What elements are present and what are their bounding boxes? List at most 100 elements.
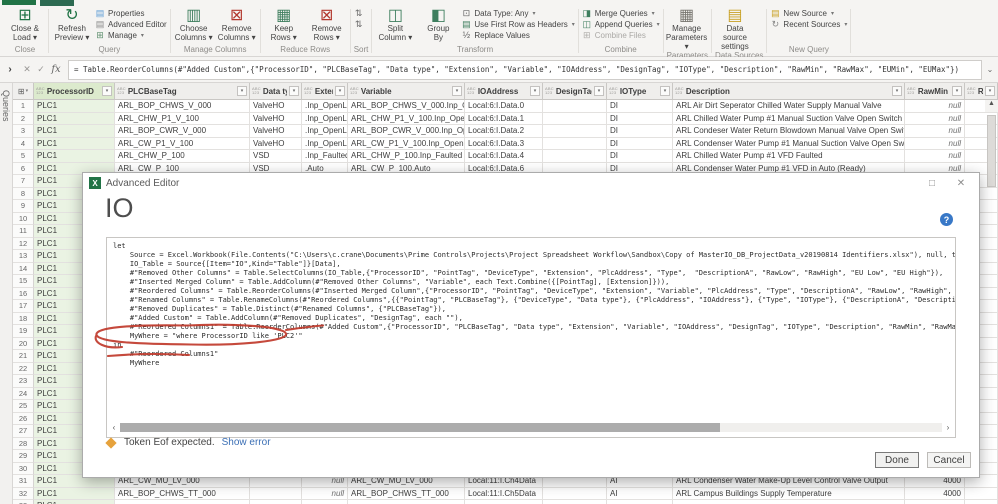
cell-rawmin[interactable] <box>905 500 965 504</box>
cell-ioaddress[interactable]: Local:6:I.Data.2 <box>465 125 543 138</box>
cell-datatype[interactable]: ValveHO <box>250 112 302 125</box>
help-icon[interactable]: ? <box>940 213 953 226</box>
column-header-extension[interactable]: ABC123Extension▾ <box>302 83 348 100</box>
cell-designtag[interactable] <box>543 100 607 113</box>
ribbon-append-queries-button[interactable]: ◫ Append Queries ▾ <box>582 19 659 29</box>
cell-plcbasetag[interactable]: ARL_BOP_CHWS_V_000 <box>115 100 250 113</box>
row-number[interactable]: 15 <box>13 275 34 288</box>
scroll-left-icon[interactable]: ‹ <box>108 423 120 432</box>
ribbon-use-first-row-as-headers-button[interactable]: ▤ Use First Row as Headers ▾ <box>461 19 575 29</box>
cell-datatype[interactable] <box>250 500 302 504</box>
cell-rawmin[interactable]: null <box>905 137 965 150</box>
ribbon-merge-queries-button[interactable]: ◨ Merge Queries ▾ <box>582 8 660 18</box>
row-number[interactable]: 12 <box>13 237 34 250</box>
cell-rawmin[interactable]: null <box>905 112 965 125</box>
column-header-designtag[interactable]: ABC123DesignTag▾ <box>543 83 607 100</box>
cell-designtag[interactable] <box>543 487 607 500</box>
row-number[interactable]: 23 <box>13 375 34 388</box>
cell-description[interactable]: ARL Campus Buildings Supply Temperature <box>673 487 905 500</box>
row-number[interactable]: 16 <box>13 287 34 300</box>
close-icon[interactable]: ✕ <box>949 178 973 189</box>
column-header-variable[interactable]: ABC 123 Variable ▾ <box>348 83 465 100</box>
cell-designtag[interactable] <box>543 150 607 163</box>
ribbon-choose-columns-button[interactable]: ▥ Choose Columns ▾ <box>174 6 214 42</box>
ribbon-properties-button[interactable]: ▤ Properties <box>95 8 167 18</box>
cell-processor[interactable]: PLC1 <box>34 125 115 138</box>
cell-iotype[interactable]: DI <box>607 112 673 125</box>
cell-processor[interactable]: PLC1 <box>34 150 115 163</box>
expand-queries-icon[interactable]: › <box>0 64 20 75</box>
filter-dropdown-icon[interactable]: ▾ <box>985 86 995 96</box>
cell-processor[interactable]: PLC1 <box>34 137 115 150</box>
cell-designtag[interactable] <box>543 125 607 138</box>
row-number[interactable]: 14 <box>13 262 34 275</box>
cell-datatype[interactable]: ValveHO <box>250 125 302 138</box>
formula-input[interactable]: = Table.ReorderColumns(#"Added Custom",{… <box>68 59 982 80</box>
cell-designtag[interactable] <box>543 137 607 150</box>
cell-description[interactable]: ARL Condeser Water Return Blowdown Manua… <box>673 125 905 138</box>
ribbon-keep-rows-button[interactable]: ▦ Keep Rows ▾ <box>264 6 304 42</box>
cell-plcbasetag[interactable]: ARL_BOP_CWR_V_000 <box>115 125 250 138</box>
scrollbar-track[interactable] <box>120 423 942 432</box>
row-number[interactable]: 20 <box>13 337 34 350</box>
code-horizontal-scrollbar[interactable]: ‹ › <box>108 422 954 433</box>
cell-extension[interactable]: .Inp_OpenLS <box>302 125 348 138</box>
row-number[interactable]: 27 <box>13 425 34 438</box>
row-number[interactable]: 6 <box>13 162 34 175</box>
cell-description[interactable]: ARL Condenser Water Pump #1 Manual Sucti… <box>673 137 905 150</box>
ribbon-sort-descending-icon-button[interactable]: ⇅ <box>354 19 364 29</box>
cell-plcbasetag[interactable]: ARL_CW_P1_V_100 <box>115 137 250 150</box>
cell-rawmin[interactable]: null <box>905 125 965 138</box>
queries-pane-collapsed[interactable]: Queries <box>0 83 13 504</box>
cell-ioaddress[interactable] <box>465 500 543 504</box>
commit-formula-icon[interactable]: ✓ <box>34 64 48 75</box>
formula-expand-chevron-icon[interactable]: ⌄ <box>982 65 998 74</box>
filter-dropdown-icon[interactable]: ▾ <box>237 86 247 96</box>
row-number[interactable]: 24 <box>13 387 34 400</box>
cell-designtag[interactable] <box>543 500 607 504</box>
ribbon-split-column-button[interactable]: ◫ Split Column ▾ <box>375 6 415 42</box>
vertical-scrollbar-thumb[interactable] <box>987 115 996 187</box>
cell-description[interactable] <box>673 500 905 504</box>
cell-plcbasetag[interactable]: ARL_CHW_P1_V_100 <box>115 112 250 125</box>
row-number[interactable]: 25 <box>13 400 34 413</box>
cell-description[interactable]: ARL Chilled Water Pump #1 VFD Faulted <box>673 150 905 163</box>
cell-variable[interactable]: ARL_BOP_CWR_V_000.Inp_OpenLS <box>348 125 465 138</box>
ribbon-advanced-editor-button[interactable]: ▤ Advanced Editor <box>95 19 167 29</box>
ribbon-group-by-button[interactable]: ◧ Group By <box>418 6 458 42</box>
row-number[interactable]: 10 <box>13 212 34 225</box>
cell-extension[interactable]: .Inp_OpenLS <box>302 100 348 113</box>
cell-variable[interactable]: ARL_BOP_CHWS_TT_000 <box>348 487 465 500</box>
row-number[interactable]: 19 <box>13 325 34 338</box>
ribbon-sort-ascending-icon-button[interactable]: ⇅ <box>354 8 364 18</box>
cell-plcbasetag[interactable] <box>115 500 250 504</box>
filter-dropdown-icon[interactable]: ▾ <box>335 86 345 96</box>
cell-processor[interactable]: PLC1 <box>34 500 115 504</box>
cell-processor[interactable]: PLC1 <box>34 487 115 500</box>
cell-designtag[interactable] <box>543 112 607 125</box>
cell-extension[interactable]: .Inp_OpenLS <box>302 112 348 125</box>
ribbon-close-load-button[interactable]: ⊞ Close & Load ▾ <box>5 6 45 42</box>
cell-extension[interactable]: .Inp_OpenLS <box>302 137 348 150</box>
filter-dropdown-icon[interactable]: ▾ <box>594 86 604 96</box>
row-number[interactable]: 31 <box>13 475 34 488</box>
cell-variable[interactable]: ARL_CHW_P1_V_100.Inp_OpenLS <box>348 112 465 125</box>
cancel-formula-icon[interactable]: ✕ <box>20 64 34 75</box>
column-header-rawmax[interactable]: ABC123RawMax▾ <box>965 83 998 100</box>
ribbon-remove-columns-button[interactable]: ⊠ Remove Columns ▾ <box>217 6 257 42</box>
row-number[interactable]: 11 <box>13 225 34 238</box>
ribbon-refresh-preview-button[interactable]: ↻ Refresh Preview ▾ <box>52 6 92 42</box>
done-button[interactable]: Done <box>875 452 919 468</box>
cancel-button[interactable]: Cancel <box>927 452 971 468</box>
row-number[interactable]: 2 <box>13 112 34 125</box>
cell-variable[interactable]: ARL_CW_P1_V_100.Inp_OpenLS <box>348 137 465 150</box>
ribbon-replace-values-button[interactable]: ½ Replace Values <box>461 30 574 40</box>
row-number[interactable]: 1 <box>13 100 34 113</box>
cell-extension[interactable]: .Inp_Faulted <box>302 150 348 163</box>
cell-extension[interactable]: null <box>302 487 348 500</box>
row-number[interactable]: 21 <box>13 350 34 363</box>
cell-iotype[interactable] <box>607 500 673 504</box>
cell-iotype[interactable]: DI <box>607 137 673 150</box>
scroll-right-icon[interactable]: › <box>942 423 954 432</box>
ribbon-combine-files-button[interactable]: ⊞ Combine Files <box>582 30 660 40</box>
